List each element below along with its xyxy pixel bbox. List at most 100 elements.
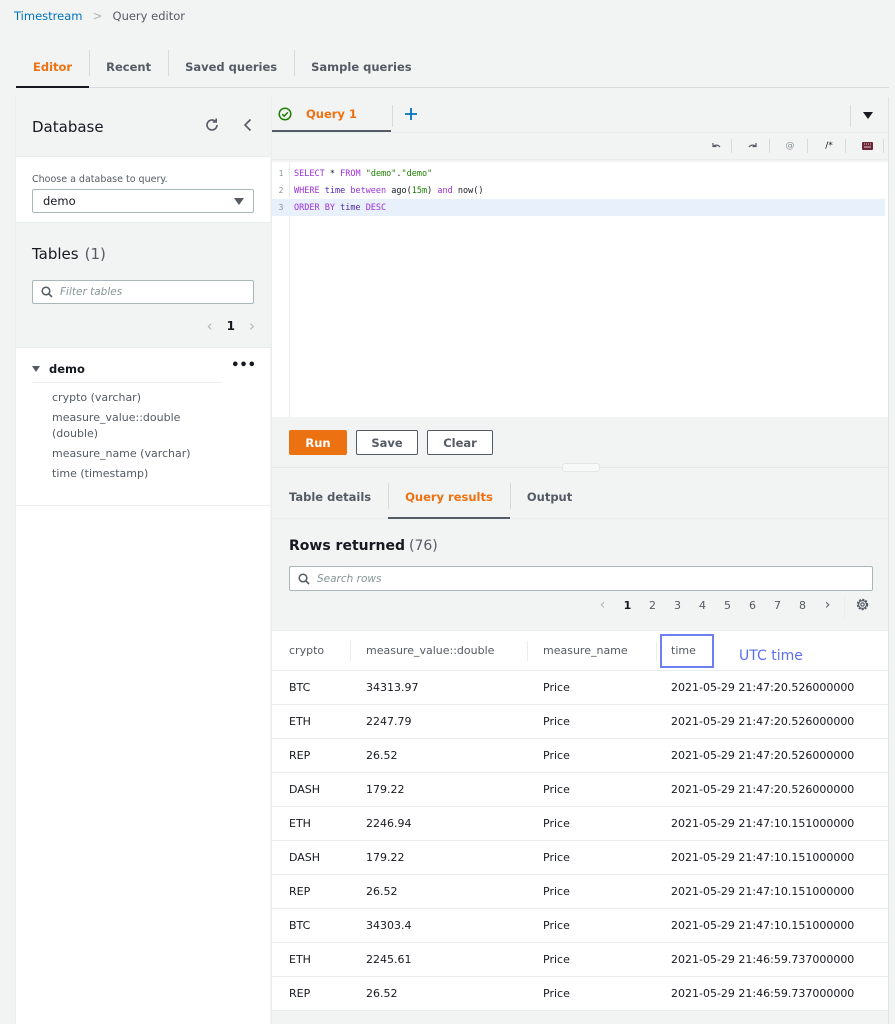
query-tab-1[interactable]: Query 1 bbox=[272, 97, 391, 132]
next-page-icon[interactable]: › bbox=[815, 597, 840, 613]
page-6[interactable]: 6 bbox=[740, 599, 765, 612]
tab-saved-queries[interactable]: Saved queries bbox=[168, 46, 294, 87]
gear-icon[interactable] bbox=[855, 597, 870, 612]
database-panel: Database Choose a database to query. dem… bbox=[15, 97, 271, 1024]
search-rows-input[interactable] bbox=[317, 570, 857, 588]
search-rows-field[interactable] bbox=[289, 566, 873, 591]
previous-page-icon[interactable]: ‹ bbox=[207, 317, 213, 335]
database-select[interactable]: demo bbox=[32, 189, 254, 213]
tables-page-1[interactable]: 1 bbox=[227, 319, 235, 333]
top-tabs: Editor Recent Saved queries Sample queri… bbox=[16, 46, 889, 88]
sql-code-editor[interactable]: 1 SELECT * FROM "demo"."demo" 2 WHERE ti… bbox=[272, 162, 889, 417]
divider bbox=[350, 641, 351, 661]
page-2[interactable]: 2 bbox=[640, 599, 665, 612]
redo-icon[interactable] bbox=[744, 138, 760, 154]
cell-measure-name: Price bbox=[543, 817, 570, 830]
tab-table-details[interactable]: Table details bbox=[272, 475, 388, 518]
save-button[interactable]: Save bbox=[356, 430, 418, 455]
cell-measure-value: 2247.79 bbox=[366, 715, 412, 728]
breadcrumb-timestream-link[interactable]: Timestream bbox=[14, 9, 82, 23]
table-row: REP 26.52 Price 2021-05-29 21:47:20.5260000… bbox=[272, 739, 889, 773]
line-number: 3 bbox=[278, 203, 284, 212]
table-column-item: measure_value::double (double) bbox=[52, 411, 181, 440]
page-4[interactable]: 4 bbox=[690, 599, 715, 612]
search-icon bbox=[298, 573, 310, 585]
tab-query-results[interactable]: Query results bbox=[388, 475, 510, 519]
table-row: BTC 34303.4 Price 2021-05-29 21:47:10.15100… bbox=[272, 909, 889, 943]
filter-tables-field[interactable] bbox=[32, 280, 254, 304]
scrollbar[interactable] bbox=[888, 97, 895, 1024]
cell-crypto: DASH bbox=[289, 783, 321, 796]
breadcrumb-current: Query editor bbox=[112, 9, 185, 23]
filter-tables-input[interactable] bbox=[60, 283, 245, 301]
table-tree: demo ••• crypto (varchar) measure_value:… bbox=[32, 355, 256, 486]
at-icon[interactable]: @ bbox=[782, 138, 798, 154]
comment-icon[interactable]: /* bbox=[821, 138, 837, 154]
tab-editor[interactable]: Editor bbox=[16, 46, 90, 88]
cell-crypto: REP bbox=[289, 885, 311, 898]
tables-count: (1) bbox=[84, 245, 106, 263]
expand-triangle-icon[interactable] bbox=[32, 365, 40, 372]
database-select-label: Choose a database to query. bbox=[32, 174, 168, 185]
tables-pagination: ‹ 1 › bbox=[207, 317, 255, 335]
page-5[interactable]: 5 bbox=[715, 599, 740, 612]
divider bbox=[769, 139, 770, 153]
column-header-measure-name[interactable]: measure_name bbox=[543, 644, 628, 657]
page-7[interactable]: 7 bbox=[765, 599, 790, 612]
results-pagination: ‹ 1 2 3 4 5 6 7 8 › bbox=[590, 595, 840, 615]
line-number: 1 bbox=[278, 169, 284, 178]
tab-recent[interactable]: Recent bbox=[89, 46, 168, 87]
cell-measure-name: Price bbox=[543, 851, 570, 864]
tab-sample-queries[interactable]: Sample queries bbox=[294, 46, 428, 87]
page-3[interactable]: 3 bbox=[665, 599, 690, 612]
next-page-icon[interactable]: › bbox=[249, 317, 255, 335]
refresh-icon[interactable] bbox=[204, 117, 220, 133]
more-options-icon[interactable]: ••• bbox=[231, 358, 256, 373]
cell-time: 2021-05-29 21:47:20.526000000 bbox=[671, 783, 855, 796]
divider bbox=[883, 139, 884, 153]
cell-measure-name: Price bbox=[543, 919, 570, 932]
resize-handle[interactable] bbox=[562, 463, 600, 472]
cell-measure-value: 179.22 bbox=[366, 851, 405, 864]
divider bbox=[807, 139, 808, 153]
collapse-panel-icon[interactable] bbox=[241, 117, 255, 133]
cell-crypto: REP bbox=[289, 987, 311, 1000]
cell-measure-name: Price bbox=[543, 681, 570, 694]
table-column-item: time (timestamp) bbox=[52, 467, 149, 480]
line-number: 2 bbox=[278, 186, 284, 195]
keyboard-icon[interactable] bbox=[859, 138, 875, 154]
cell-time: 2021-05-29 21:47:10.151000000 bbox=[671, 919, 855, 932]
tab-output[interactable]: Output bbox=[509, 475, 589, 518]
divider bbox=[850, 105, 851, 127]
cell-time: 2021-05-29 21:46:59.737000000 bbox=[671, 953, 855, 966]
cell-measure-value: 34303.4 bbox=[366, 919, 412, 932]
cell-time: 2021-05-29 21:47:20.526000000 bbox=[671, 681, 855, 694]
table-tree-item-demo[interactable]: demo bbox=[32, 355, 222, 383]
table-header-row: crypto measure_value::double measure_nam… bbox=[272, 631, 889, 671]
code-line: 1 SELECT * FROM "demo"."demo" bbox=[272, 165, 885, 182]
cell-time: 2021-05-29 21:47:20.526000000 bbox=[671, 715, 855, 728]
column-header-crypto[interactable]: crypto bbox=[289, 644, 324, 657]
cell-crypto: BTC bbox=[289, 919, 311, 932]
cell-measure-value: 34313.97 bbox=[366, 681, 419, 694]
tabs-menu-caret-icon[interactable] bbox=[863, 112, 873, 119]
rows-returned-count: (76) bbox=[409, 538, 438, 554]
table-row: ETH 2247.79 Price 2021-05-29 21:47:20.52600… bbox=[272, 705, 889, 739]
cell-measure-name: Price bbox=[543, 885, 570, 898]
previous-page-icon[interactable]: ‹ bbox=[590, 597, 615, 613]
clear-button[interactable]: Clear bbox=[427, 430, 493, 455]
code-line-text: WHERE time between ago(15m) and now() bbox=[294, 185, 484, 196]
cell-time: 2021-05-29 21:47:10.151000000 bbox=[671, 885, 855, 898]
tables-title-text: Tables bbox=[32, 245, 79, 263]
cell-measure-name: Price bbox=[543, 749, 570, 762]
run-button[interactable]: Run bbox=[289, 430, 347, 455]
cell-time: 2021-05-29 21:47:10.151000000 bbox=[671, 851, 855, 864]
query-tab-label: Query 1 bbox=[306, 107, 357, 121]
add-query-tab-icon[interactable] bbox=[403, 106, 419, 122]
undo-icon[interactable] bbox=[708, 138, 724, 154]
cell-time: 2021-05-29 21:47:10.151000000 bbox=[671, 817, 855, 830]
cell-crypto: ETH bbox=[289, 715, 311, 728]
page-1[interactable]: 1 bbox=[615, 599, 640, 612]
column-header-measure-value[interactable]: measure_value::double bbox=[366, 644, 494, 657]
page-8[interactable]: 8 bbox=[790, 599, 815, 612]
